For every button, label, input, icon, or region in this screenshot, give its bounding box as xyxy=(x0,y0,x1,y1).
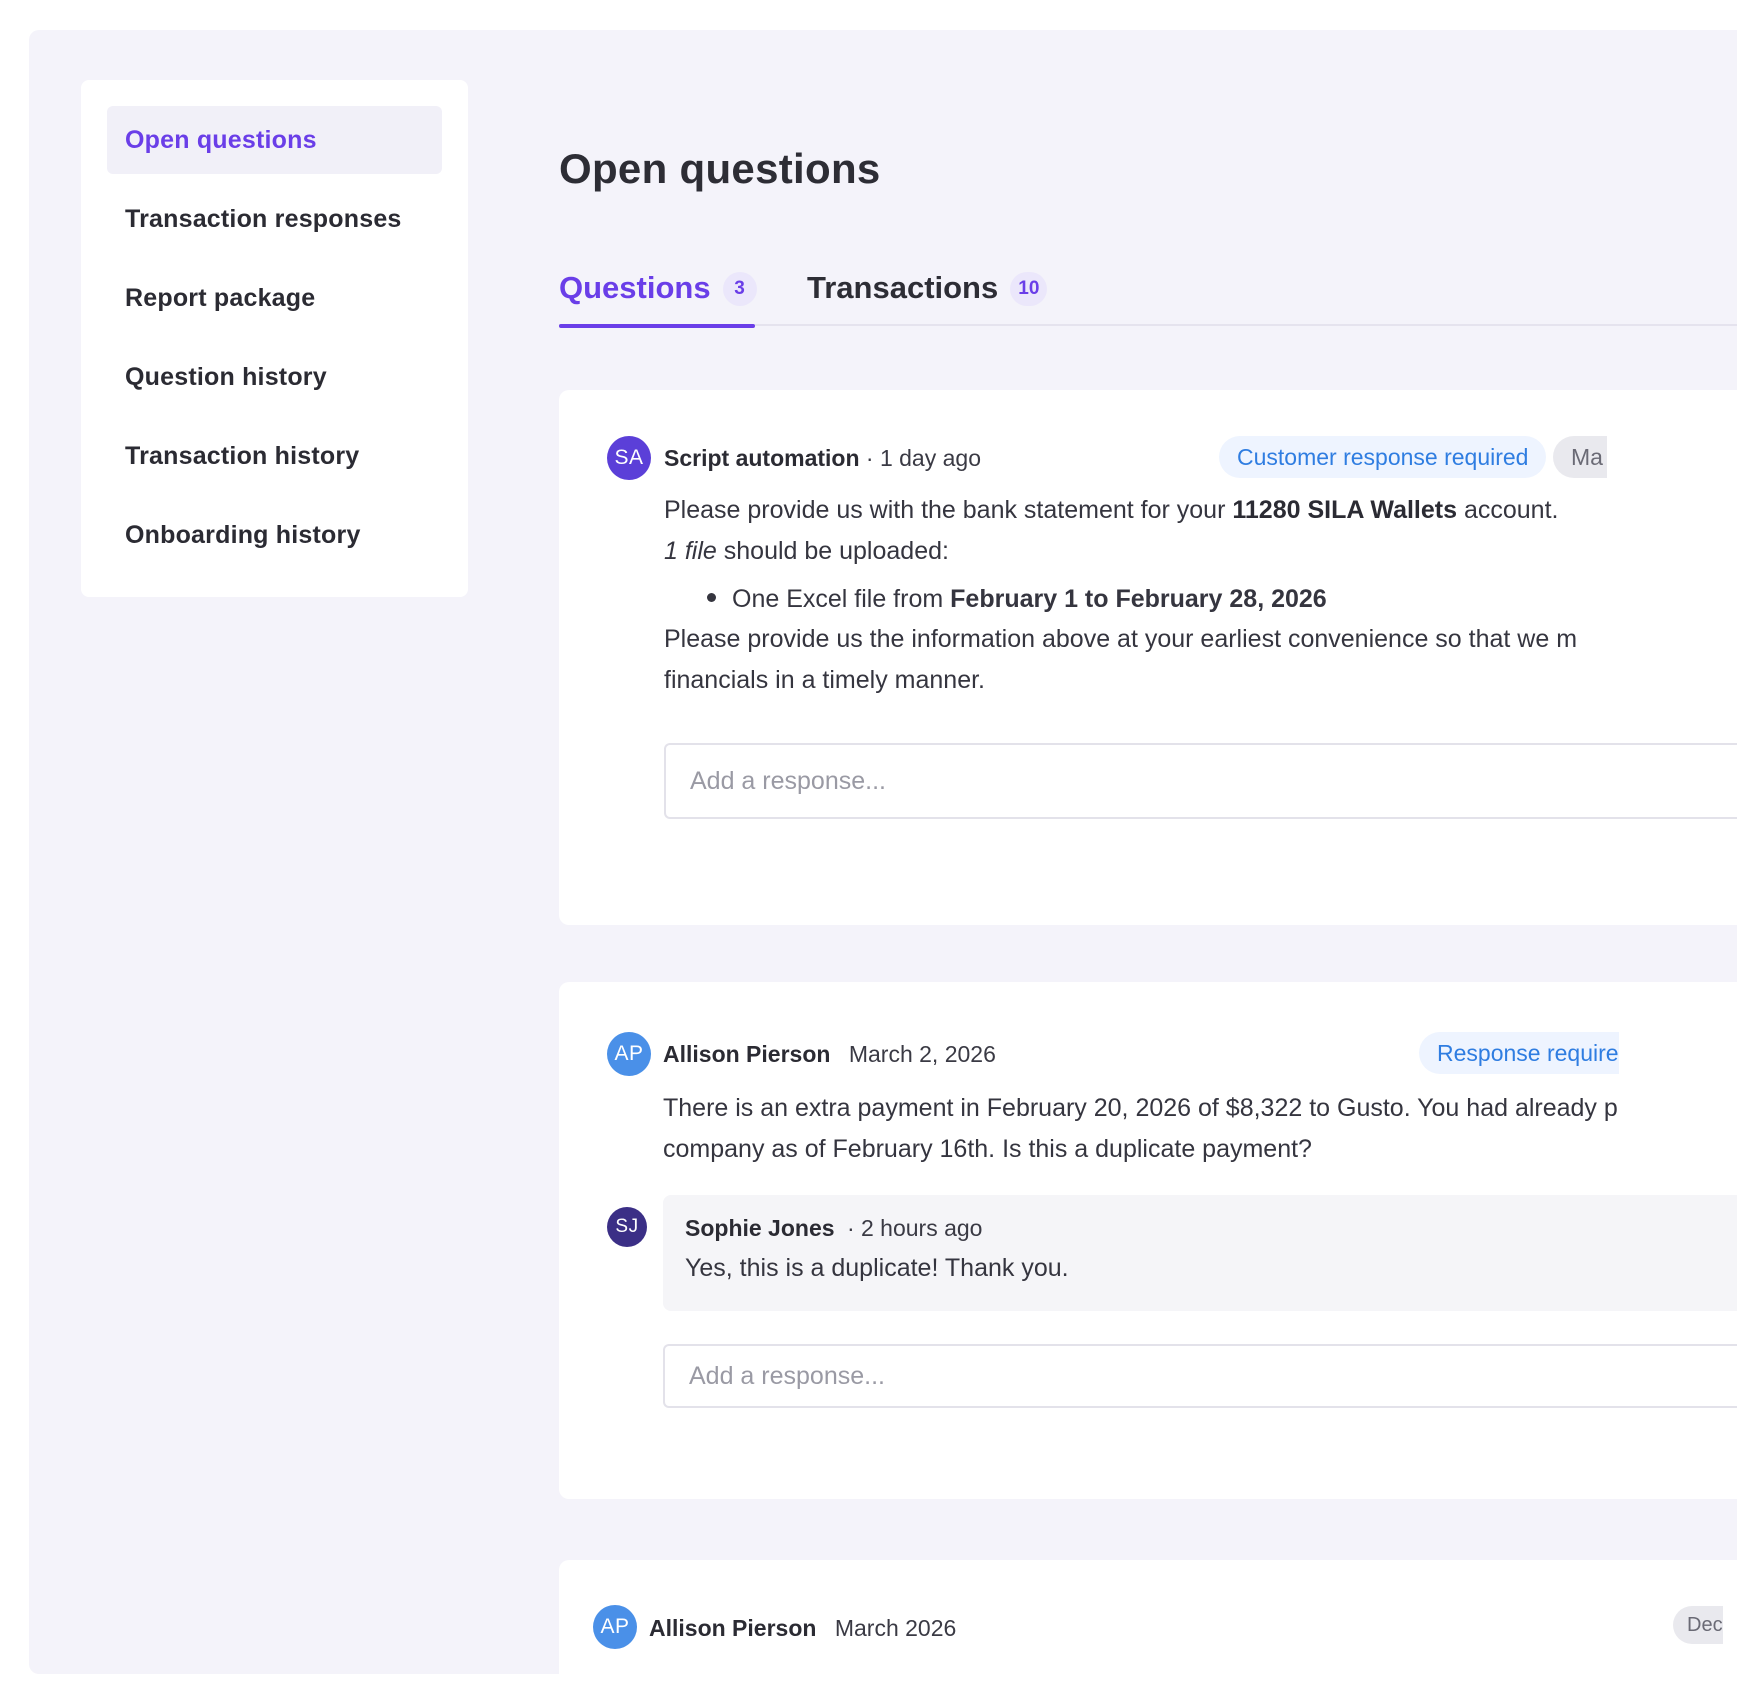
tab-transactions-label: Transactions xyxy=(807,270,999,305)
reply-author: Sophie Jones xyxy=(685,1215,835,1241)
sidebar-item-transaction-responses[interactable]: Transaction responses xyxy=(107,185,442,253)
question-meta: Script automation · 1 day ago xyxy=(664,445,981,472)
sidebar-item-onboarding-history[interactable]: Onboarding history xyxy=(107,501,442,569)
timestamp: March 2, 2026 xyxy=(848,1041,996,1067)
tab-transactions[interactable]: Transactions 10 xyxy=(807,270,1048,326)
tab-questions-label: Questions xyxy=(559,270,711,305)
avatar: AP xyxy=(607,1032,651,1076)
list-item-text: One Excel file from xyxy=(732,585,951,613)
avatar: AP xyxy=(593,1605,637,1649)
author-name: Script automation xyxy=(664,445,860,471)
question-meta: Allison Pierson March 2026 xyxy=(649,1615,956,1642)
file-count: 1 file xyxy=(664,537,717,565)
author-name: Allison Pierson xyxy=(663,1041,831,1067)
page-title: Open questions xyxy=(559,145,881,192)
sidebar-item-report-package[interactable]: Report package xyxy=(107,264,442,332)
status-badge[interactable]: Customer response required xyxy=(1219,436,1547,478)
sidebar: Open questions Transaction responses Rep… xyxy=(81,80,468,597)
question-card: SA Script automation · 1 day ago Custome… xyxy=(559,390,1737,925)
question-text: Please provide us with the bank statemen… xyxy=(664,496,1233,524)
app-frame: Open questions Transaction responses Rep… xyxy=(29,30,1737,1674)
sidebar-item-question-history[interactable]: Question history xyxy=(107,343,442,411)
reply-box: Sophie Jones · 2 hours ago Yes, this is … xyxy=(663,1195,1737,1311)
tab-transactions-count: 10 xyxy=(1010,272,1048,306)
account-name: 11280 SILA Wallets xyxy=(1232,496,1458,524)
timestamp: · 1 day ago xyxy=(865,445,981,471)
reply-avatar: SJ xyxy=(607,1207,647,1247)
secondary-badge[interactable]: Dec xyxy=(1673,1606,1723,1644)
paragraph-line: financials in a timely manner. xyxy=(664,666,985,694)
response-input[interactable] xyxy=(664,743,1737,819)
question-paragraph: Please provide us the information above … xyxy=(664,619,1577,701)
reply-meta: Sophie Jones · 2 hours ago xyxy=(685,1215,982,1242)
question-line-1: Please provide us with the bank statemen… xyxy=(664,490,1558,531)
question-meta: Allison Pierson March 2, 2026 xyxy=(663,1041,996,1068)
date-range: February 1 to February 28, 2026 xyxy=(950,585,1327,613)
question-line: There is an extra payment in February 20… xyxy=(663,1094,1618,1122)
bullet-icon xyxy=(707,592,716,602)
question-text-block: There is an extra payment in February 20… xyxy=(663,1088,1618,1170)
question-text: should be uploaded: xyxy=(716,537,949,565)
secondary-badge[interactable]: Ma xyxy=(1553,436,1607,478)
timestamp: March 2026 xyxy=(834,1615,957,1641)
reply-timestamp: · 2 hours ago xyxy=(846,1215,983,1241)
question-card: AP Allison Pierson March 2026 Dec xyxy=(559,1560,1737,1674)
sidebar-item-open-questions[interactable]: Open questions xyxy=(107,106,442,174)
tab-questions[interactable]: Questions 3 xyxy=(559,270,757,328)
question-card: AP Allison Pierson March 2, 2026 Respons… xyxy=(559,982,1737,1499)
response-input[interactable] xyxy=(663,1344,1737,1408)
tab-bar: Questions 3 Transactions 10 xyxy=(559,270,1737,328)
question-line-2: 1 file should be uploaded: xyxy=(664,531,949,572)
avatar: SA xyxy=(607,436,651,480)
question-line: company as of February 16th. Is this a d… xyxy=(663,1135,1312,1163)
paragraph-line: Please provide us the information above … xyxy=(664,625,1578,653)
author-name: Allison Pierson xyxy=(649,1615,817,1641)
status-badge[interactable]: Response require xyxy=(1419,1032,1619,1074)
reply-text: Yes, this is a duplicate! Thank you. xyxy=(685,1254,1069,1282)
list-item: One Excel file from February 1 to Februa… xyxy=(707,585,1327,614)
question-text: account. xyxy=(1457,496,1559,524)
tab-questions-count: 3 xyxy=(722,272,757,306)
sidebar-item-transaction-history[interactable]: Transaction history xyxy=(107,422,442,490)
